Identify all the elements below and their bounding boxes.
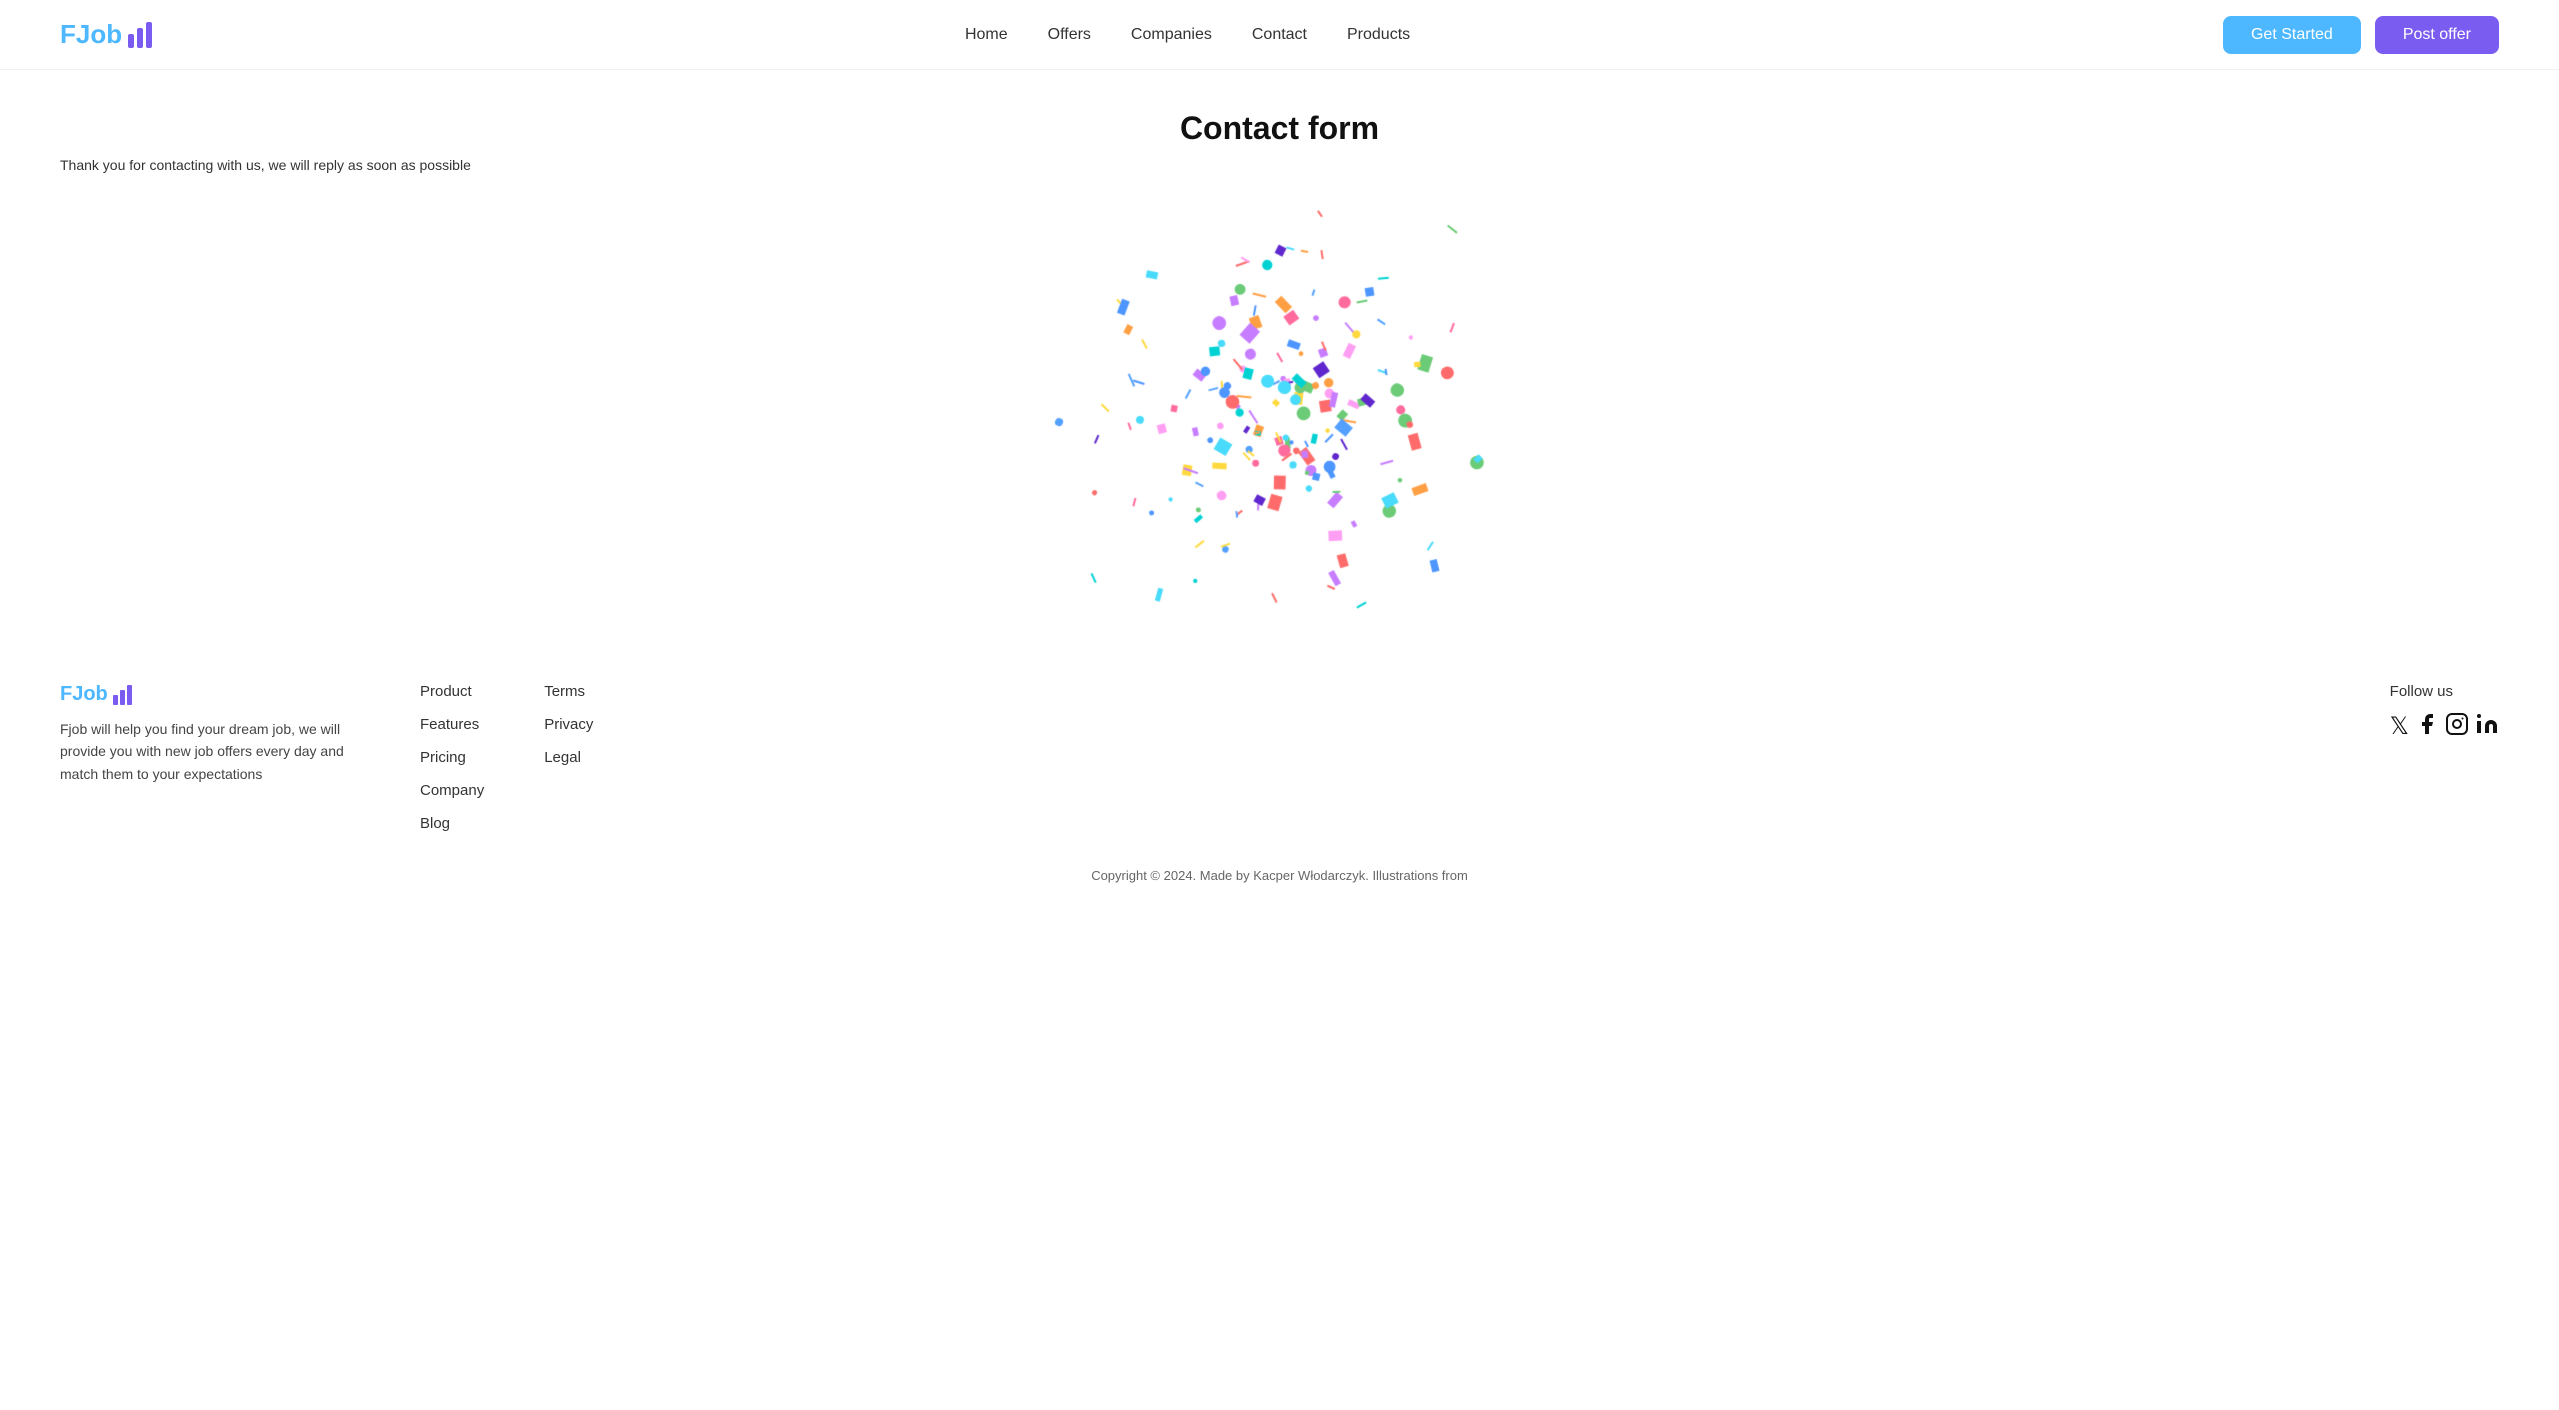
footer: FJob Fjob will help you find your dream … [0, 643, 2559, 899]
nav-home[interactable]: Home [965, 26, 1008, 43]
logo-bar-3 [146, 22, 152, 48]
footer-content: FJob Fjob will help you find your dream … [0, 643, 2559, 852]
footer-link-features[interactable]: Features [420, 716, 484, 733]
social-icons: 𝕏 [2390, 712, 2499, 743]
footer-link-legal[interactable]: Legal [544, 749, 593, 766]
footer-link-terms[interactable]: Terms [544, 683, 593, 700]
footer-social-title: Follow us [2390, 683, 2499, 700]
logo-bar-2 [137, 28, 143, 48]
footer-brand-description: Fjob will help you find your dream job, … [60, 718, 360, 785]
navbar: FJob Home Offers Companies Contact Produ… [0, 0, 2559, 70]
footer-logo-bar-1 [113, 695, 118, 705]
nav-companies[interactable]: Companies [1131, 26, 1212, 43]
footer-logo-bar-2 [120, 690, 125, 705]
confetti-area [60, 203, 2499, 623]
facebook-icon[interactable] [2415, 712, 2439, 743]
logo-bars-icon [128, 22, 152, 48]
footer-brand: FJob Fjob will help you find your dream … [60, 683, 360, 785]
main-content: Contact form Thank you for contacting wi… [0, 70, 2559, 643]
thank-you-message: Thank you for contacting with us, we wil… [60, 157, 2499, 173]
footer-logo-bar-3 [127, 685, 132, 705]
logo-link[interactable]: FJob [60, 19, 152, 50]
footer-copyright: Copyright © 2024. Made by Kacper Włodarc… [0, 852, 2559, 899]
footer-logo: FJob [60, 683, 360, 706]
footer-link-product[interactable]: Product [420, 683, 484, 700]
nav-contact[interactable]: Contact [1252, 26, 1307, 43]
logo-bar-1 [128, 34, 134, 48]
page-title: Contact form [60, 110, 2499, 147]
nav-links: Home Offers Companies Contact Products [965, 26, 1410, 44]
post-offer-button[interactable]: Post offer [2375, 16, 2499, 54]
footer-logo-text: FJob [60, 683, 108, 706]
footer-link-pricing[interactable]: Pricing [420, 749, 484, 766]
nav-actions: Get Started Post offer [2223, 16, 2499, 54]
nav-offers[interactable]: Offers [1048, 26, 1091, 43]
instagram-icon[interactable] [2445, 712, 2469, 743]
footer-link-blog[interactable]: Blog [420, 815, 484, 832]
footer-social: Follow us 𝕏 [2390, 683, 2499, 743]
twitter-icon[interactable]: 𝕏 [2390, 712, 2409, 743]
logo-text: FJob [60, 19, 122, 50]
get-started-button[interactable]: Get Started [2223, 16, 2361, 54]
footer-nav-col2: Terms Privacy Legal [544, 683, 593, 766]
nav-products[interactable]: Products [1347, 26, 1410, 43]
footer-link-company[interactable]: Company [420, 782, 484, 799]
footer-link-privacy[interactable]: Privacy [544, 716, 593, 733]
confetti-canvas [60, 203, 2499, 623]
footer-nav-col1: Product Features Pricing Company Blog [420, 683, 484, 832]
linkedin-icon[interactable] [2475, 712, 2499, 743]
footer-logo-bars [113, 685, 132, 705]
